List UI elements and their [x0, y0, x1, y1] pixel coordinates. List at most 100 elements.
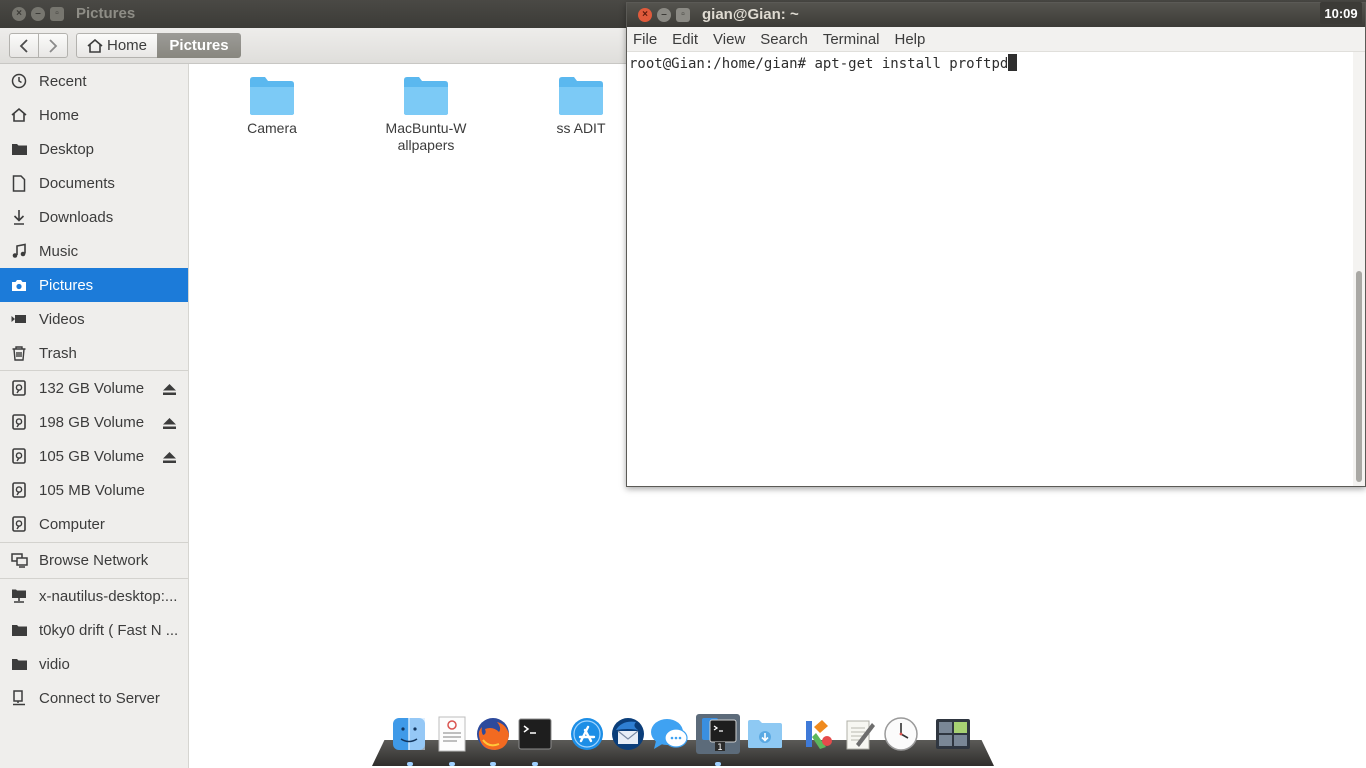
menu-terminal[interactable]: Terminal [823, 31, 880, 48]
dock-running-indicator [490, 762, 496, 766]
terminal-command: apt-get install proftpd [814, 56, 1009, 72]
downloads-folder-icon[interactable] [746, 714, 784, 754]
menu-view[interactable]: View [713, 31, 745, 48]
terminal-menubar: File Edit View Search Terminal Help [627, 27, 1365, 52]
sidebar-item-t0ky0-drift[interactable]: t0ky0 drift ( Fast N ... [0, 613, 188, 647]
file-name: ss ADIT [556, 120, 606, 136]
network-icon [10, 551, 28, 569]
camera-icon [10, 276, 28, 294]
back-button[interactable] [10, 34, 38, 57]
sidebar-item-132gb-volume[interactable]: 132 GB Volume [0, 371, 188, 405]
sidebar-item-connect-to-server[interactable]: Connect to Server [0, 681, 188, 715]
finder-icon[interactable] [390, 714, 428, 754]
sidebar-item-105mb-volume[interactable]: 105 MB Volume [0, 473, 188, 507]
breadcrumb-home[interactable]: Home [76, 33, 158, 58]
panel-clock[interactable]: 10:09 [1320, 2, 1362, 24]
terminal-icon[interactable] [516, 714, 554, 754]
terminal-prompt: root@Gian:/home/gian# [629, 56, 815, 72]
sidebar: Recent Home Desktop Documents Downloads … [0, 64, 189, 768]
messages-icon[interactable] [650, 714, 688, 754]
eject-icon[interactable] [163, 416, 176, 433]
folder-item-camera[interactable]: Camera [217, 76, 327, 137]
terminal-output[interactable]: root@Gian:/home/gian# apt-get install pr… [627, 52, 1351, 486]
sidebar-item-label: Documents [39, 174, 115, 192]
sidebar-item-label: 105 GB Volume [39, 447, 145, 465]
sidebar-item-recent[interactable]: Recent [0, 64, 188, 98]
menu-search[interactable]: Search [760, 31, 808, 48]
sidebar-item-documents[interactable]: Documents [0, 166, 188, 200]
folder-item-ss-adit[interactable]: ss ADIT [526, 76, 636, 137]
clock-app-icon[interactable] [882, 714, 920, 754]
terminal-close-button[interactable]: × [638, 8, 652, 22]
close-window-button[interactable]: × [12, 7, 26, 21]
window-title: Pictures [76, 5, 136, 22]
sidebar-item-label: Browse Network [39, 551, 149, 569]
home-icon [87, 38, 103, 53]
sidebar-item-label: Trash [39, 344, 77, 362]
sidebar-item-trash[interactable]: Trash [0, 336, 188, 370]
file-name: Camera [247, 120, 297, 136]
sidebar-item-downloads[interactable]: Downloads [0, 200, 188, 234]
menu-edit[interactable]: Edit [672, 31, 698, 48]
sidebar-item-x-nautilus-desktop[interactable]: x-nautilus-desktop:... [0, 579, 188, 613]
sidebar-item-label: 105 MB Volume [39, 481, 145, 499]
sidebar-item-label: Home [39, 106, 80, 124]
sidebar-item-pictures[interactable]: Pictures [0, 268, 188, 302]
sidebar-item-label: Downloads [39, 208, 114, 226]
sidebar-item-label: vidio [39, 655, 70, 673]
terminal-maximize-button[interactable]: ▫ [676, 8, 690, 22]
video-icon [10, 310, 28, 328]
dock-running-indicator [715, 762, 721, 766]
thunderbird-icon[interactable] [609, 714, 647, 754]
sidebar-item-label: Desktop [39, 140, 95, 158]
sidebar-item-vidio[interactable]: vidio [0, 647, 188, 681]
terminal-minimize-button[interactable]: – [657, 8, 671, 22]
terminal-active-icon[interactable]: 1 [696, 714, 740, 754]
svg-text:1: 1 [717, 743, 723, 752]
menu-help[interactable]: Help [895, 31, 926, 48]
text-editor-icon[interactable] [433, 714, 471, 754]
dock-running-indicator [449, 762, 455, 766]
sidebar-item-desktop[interactable]: Desktop [0, 132, 188, 166]
sidebar-item-music[interactable]: Music [0, 234, 188, 268]
menu-file[interactable]: File [633, 31, 657, 48]
sidebar-item-computer[interactable]: Computer [0, 507, 188, 541]
drive-icon [10, 413, 28, 431]
firefox-icon[interactable] [474, 714, 512, 754]
download-icon [10, 208, 28, 226]
sidebar-item-browse-network[interactable]: Browse Network [0, 543, 188, 577]
notepad-icon[interactable] [841, 714, 879, 754]
home-icon [10, 106, 28, 124]
minimize-window-button[interactable]: – [31, 7, 45, 21]
workspace-switcher-icon[interactable] [934, 714, 972, 754]
chevron-right-icon [49, 38, 58, 53]
eject-icon[interactable] [163, 382, 176, 399]
sidebar-item-videos[interactable]: Videos [0, 302, 188, 336]
folder-item-macbuntu-wallpapers[interactable]: MacBuntu-Wallpapers [371, 76, 481, 154]
dock-running-indicator [532, 762, 538, 766]
sidebar-item-105gb-volume[interactable]: 105 GB Volume [0, 439, 188, 473]
maximize-window-button[interactable]: ▫ [50, 7, 64, 21]
clock-icon [10, 72, 28, 90]
folder-icon [10, 621, 28, 639]
sidebar-item-label: Videos [39, 310, 85, 328]
folder-icon [404, 77, 448, 115]
sidebar-item-home[interactable]: Home [0, 98, 188, 132]
folder-icon [559, 77, 603, 115]
drive-icon [10, 515, 28, 533]
sidebar-item-198gb-volume[interactable]: 198 GB Volume [0, 405, 188, 439]
breadcrumb-home-label: Home [106, 37, 147, 54]
settings-tools-icon[interactable] [798, 714, 836, 754]
dock-running-indicator [407, 762, 413, 766]
terminal-scrollbar-thumb[interactable] [1356, 271, 1362, 482]
navigation-buttons [9, 33, 68, 58]
breadcrumb-pictures[interactable]: Pictures [157, 33, 241, 58]
eject-icon[interactable] [163, 450, 176, 467]
terminal-cursor [1008, 54, 1018, 71]
sidebar-item-label: Pictures [39, 276, 94, 294]
forward-button[interactable] [38, 34, 67, 57]
app-store-icon[interactable] [568, 714, 606, 754]
drive-icon [10, 447, 28, 465]
terminal-scrollbar[interactable] [1353, 52, 1365, 486]
server-icon [10, 689, 28, 707]
